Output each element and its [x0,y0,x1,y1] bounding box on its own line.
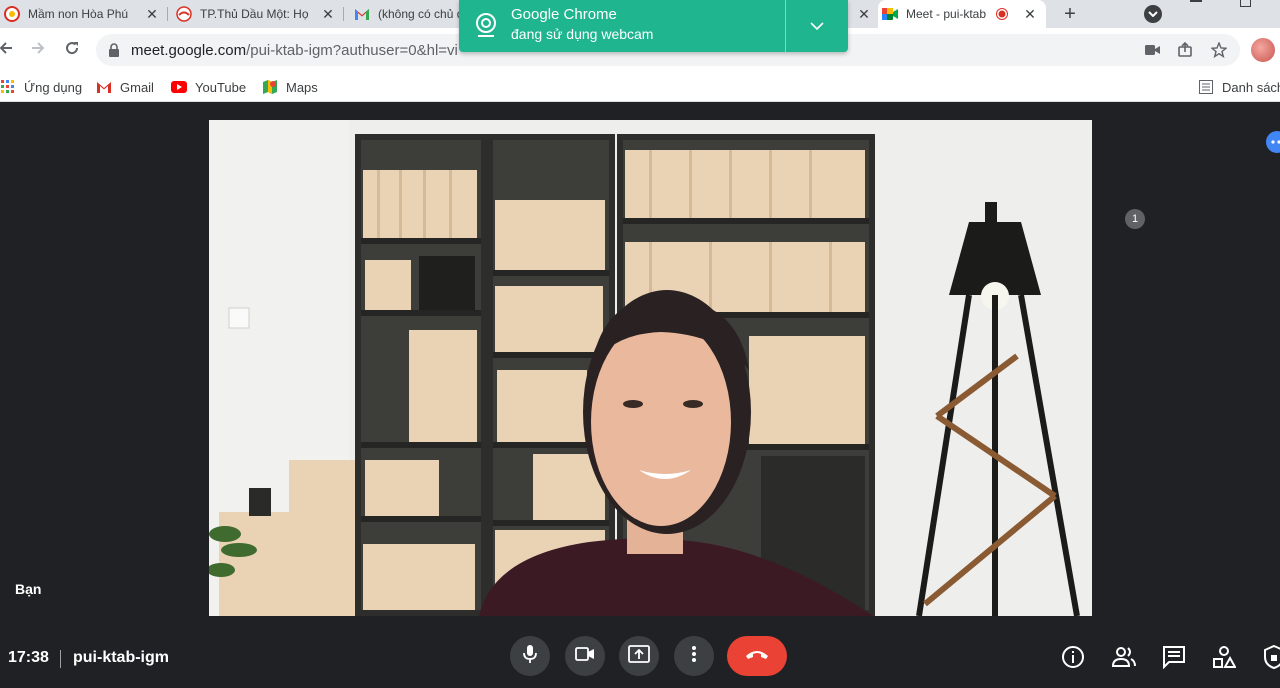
close-icon[interactable]: ✕ [856,6,872,22]
tab-separator [343,7,344,21]
bookmark-maps[interactable]: Maps [262,76,318,98]
meeting-time: 17:38 [8,649,49,666]
end-call-icon [744,647,770,665]
tab-separator [167,7,168,21]
tab-mam-non[interactable]: Mầm non Hòa Phú ✕ [0,0,168,28]
bookmark-label: Ứng dụng [24,79,83,95]
school-icon [4,6,20,22]
meeting-info-icon[interactable] [1060,644,1086,670]
present-screen-icon [628,644,650,668]
reading-list-icon [1198,79,1214,95]
more-options-icon [691,645,697,668]
meet-stage: Bạn 17:38 pui-ktab-igm 1 [0,103,1280,688]
camera-in-use-icon[interactable] [1144,41,1162,59]
recording-icon [994,6,1010,22]
bookmark-label: Maps [286,79,318,95]
url-text[interactable]: meet.google.com/pui-ktab-igm?authuser=0&… [131,42,458,59]
apps-grid-icon [0,79,16,95]
people-icon[interactable] [1111,644,1137,670]
youtube-icon [171,79,187,95]
webcam-icon [473,12,499,38]
self-tile-label: Bạn [15,581,42,597]
camera-icon [575,646,595,666]
url-path: /pui-ktab-igm?authuser=0&hl=vi [246,42,458,59]
back-icon[interactable] [0,36,18,60]
tab-title: Mầm non Hòa Phú [28,7,129,21]
tab-title: Meet - pui-ktab [906,7,987,21]
close-icon[interactable]: ✕ [144,6,160,22]
notification-message: đang sử dụng webcam [511,26,654,42]
close-icon[interactable]: ✕ [1022,6,1038,22]
tab-search-icon[interactable] [1144,5,1162,23]
chevron-down-icon[interactable] [807,16,827,36]
tab-title: (không có chủ đề) [378,7,460,21]
bookmark-label: YouTube [195,79,247,95]
bookmark-gmail[interactable]: Gmail [96,76,154,98]
bookmark-youtube[interactable]: YouTube [171,76,246,98]
meet-icon [882,6,898,22]
camera-button[interactable] [565,636,605,676]
end-call-button[interactable] [727,636,787,676]
forward-icon[interactable] [26,36,50,60]
participant-count-badge: 1 [1125,209,1145,229]
profile-avatar[interactable] [1251,38,1275,62]
tab-gmail[interactable]: (không có chủ đề) [350,0,460,28]
reading-list-label: Danh sách [1222,79,1280,95]
maps-icon [262,79,278,95]
activities-icon[interactable] [1211,644,1237,670]
more-options-button[interactable] [674,636,714,676]
webcam-notification: Google Chrome đang sử dụng webcam [459,0,848,52]
self-video [209,120,1092,616]
bookmark-label: Gmail [120,79,154,95]
meeting-controls-bar: 17:38 pui-ktab-igm [0,624,1280,688]
minimize-button[interactable] [1190,0,1202,2]
url-host: meet.google.com [131,42,247,59]
present-screen-button[interactable] [619,636,659,676]
bookmark-star-icon[interactable] [1210,41,1228,59]
close-icon[interactable]: ✕ [320,6,336,22]
side-panel-more-icon[interactable] [1266,131,1280,153]
reload-icon[interactable] [60,36,84,60]
maximize-button[interactable] [1240,0,1251,7]
microphone-button[interactable] [510,636,550,676]
meeting-code: pui-ktab-igm [73,649,169,666]
tab-title: TP.Thủ Dầu Một: Họ [200,7,309,21]
microphone-icon [522,644,538,669]
reading-list[interactable]: Danh sách [1198,76,1280,98]
new-tab-button[interactable]: + [1058,2,1082,26]
bar-separator [60,650,61,668]
tab-hidden-close[interactable]: ✕ [848,0,878,28]
notification-divider [785,0,786,52]
lock-icon[interactable] [108,43,120,57]
share-icon[interactable] [1176,41,1194,59]
tab-tp-thu-dau-mot[interactable]: TP.Thủ Dầu Một: Họ ✕ [172,0,344,28]
gmail-icon [354,6,370,22]
bookmark-apps[interactable]: Ứng dụng [0,76,82,98]
gmail-icon [96,79,112,95]
host-controls-icon[interactable] [1261,644,1280,670]
bookmarks-bar: Ứng dụng Gmail YouTube Maps Danh sách [0,72,1280,102]
tab-meet[interactable]: Meet - pui-ktab ✕ [878,0,1046,28]
news-icon [176,6,192,22]
notification-title: Google Chrome [511,6,617,23]
chat-icon[interactable] [1161,644,1187,670]
